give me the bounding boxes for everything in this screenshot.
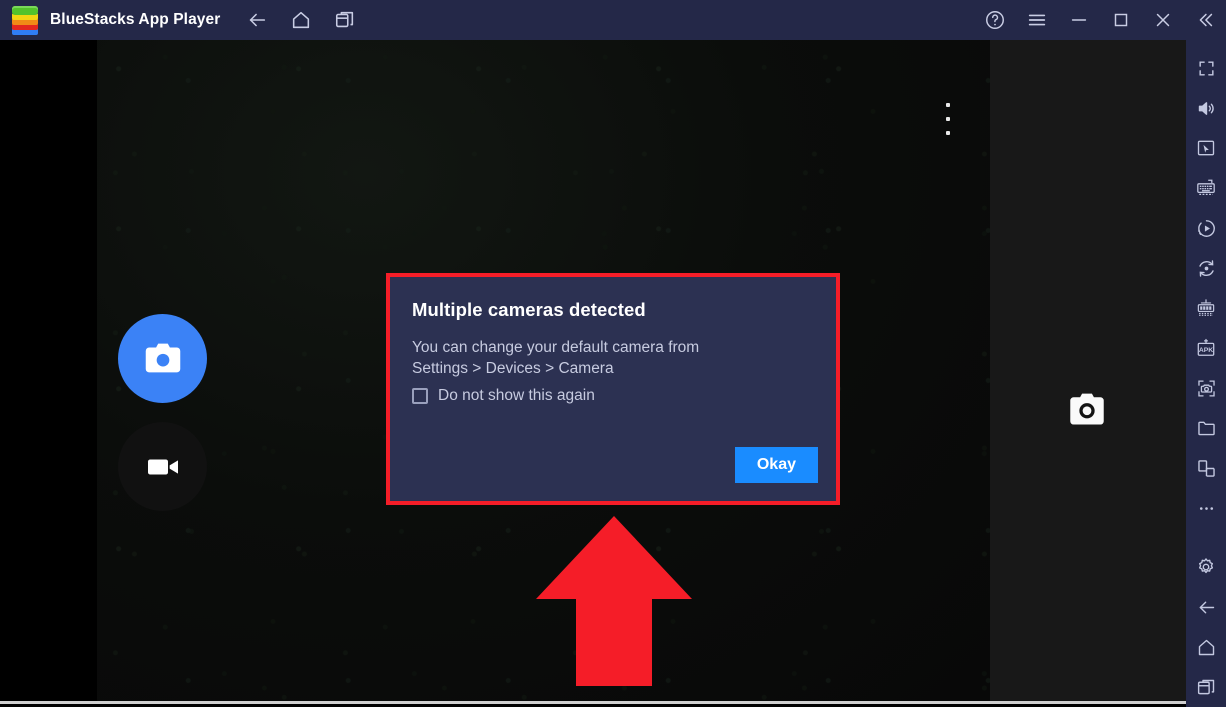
- script-record-icon[interactable]: [1186, 248, 1226, 288]
- help-icon[interactable]: [982, 7, 1008, 33]
- maximize-icon[interactable]: [1108, 7, 1134, 33]
- keyboard-icon[interactable]: [1186, 168, 1226, 208]
- more-icon[interactable]: [1186, 488, 1226, 528]
- install-apk-icon[interactable]: APK: [1186, 328, 1226, 368]
- minimize-icon[interactable]: [1066, 7, 1092, 33]
- right-sidebar: APK: [1186, 40, 1226, 707]
- red-up-arrow-annotation: [536, 516, 692, 686]
- window-title: BlueStacks App Player: [50, 11, 221, 28]
- menu-icon[interactable]: [1024, 7, 1050, 33]
- home-icon[interactable]: [1186, 627, 1226, 667]
- bottom-divider: [0, 701, 1186, 704]
- macro-record-icon[interactable]: [1186, 208, 1226, 248]
- svg-text:APK: APK: [1199, 346, 1213, 353]
- screenshot-icon[interactable]: [1186, 368, 1226, 408]
- window-controls: [982, 0, 1218, 40]
- camera-shutter-button[interactable]: [118, 314, 207, 403]
- recent-apps-icon[interactable]: [1186, 667, 1226, 707]
- pointer-box-icon[interactable]: [1186, 128, 1226, 168]
- close-icon[interactable]: [1150, 7, 1176, 33]
- more-options-icon[interactable]: [938, 103, 958, 135]
- title-bar: BlueStacks App Player: [0, 0, 1226, 40]
- dialog-message-line-1: You can change your default camera from: [412, 339, 700, 356]
- multitask-icon[interactable]: [332, 7, 358, 33]
- fullscreen-icon[interactable]: [1186, 48, 1226, 88]
- titlebar-nav-group: [244, 7, 358, 33]
- settings-gear-icon[interactable]: [1186, 547, 1226, 587]
- camera-icon: [145, 343, 180, 372]
- multi-instance-icon[interactable]: [1186, 288, 1226, 328]
- okay-button[interactable]: Okay: [734, 447, 818, 483]
- dialog-message-line-2: Settings > Devices > Camera: [412, 360, 614, 377]
- video-camera-icon: [147, 459, 178, 474]
- multiple-cameras-dialog: Multiple cameras detected You can change…: [386, 273, 840, 505]
- left-letterbox: [0, 40, 97, 704]
- right-panel-background: [990, 40, 1186, 704]
- collapse-icon[interactable]: [1192, 7, 1218, 33]
- android-screen: Multiple cameras detected You can change…: [0, 40, 1186, 704]
- camera-icon[interactable]: [1065, 390, 1109, 430]
- back-arrow-icon[interactable]: [1186, 587, 1226, 627]
- home-icon[interactable]: [288, 7, 314, 33]
- checkbox-box-icon[interactable]: [412, 388, 428, 404]
- dialog-title: Multiple cameras detected: [412, 299, 646, 320]
- media-folder-icon[interactable]: [1186, 408, 1226, 448]
- do-not-show-again-checkbox[interactable]: Do not show this again: [412, 387, 814, 405]
- volume-icon[interactable]: [1186, 88, 1226, 128]
- bluestacks-window: BlueStacks App Player Multiple cameras d…: [0, 0, 1226, 707]
- rotate-screen-icon[interactable]: [1186, 448, 1226, 488]
- back-icon[interactable]: [244, 7, 270, 33]
- video-record-button[interactable]: [118, 422, 207, 511]
- checkbox-label: Do not show this again: [438, 387, 595, 404]
- dialog-message: You can change your default camera from …: [412, 337, 814, 379]
- bluestacks-logo-icon: [10, 5, 40, 35]
